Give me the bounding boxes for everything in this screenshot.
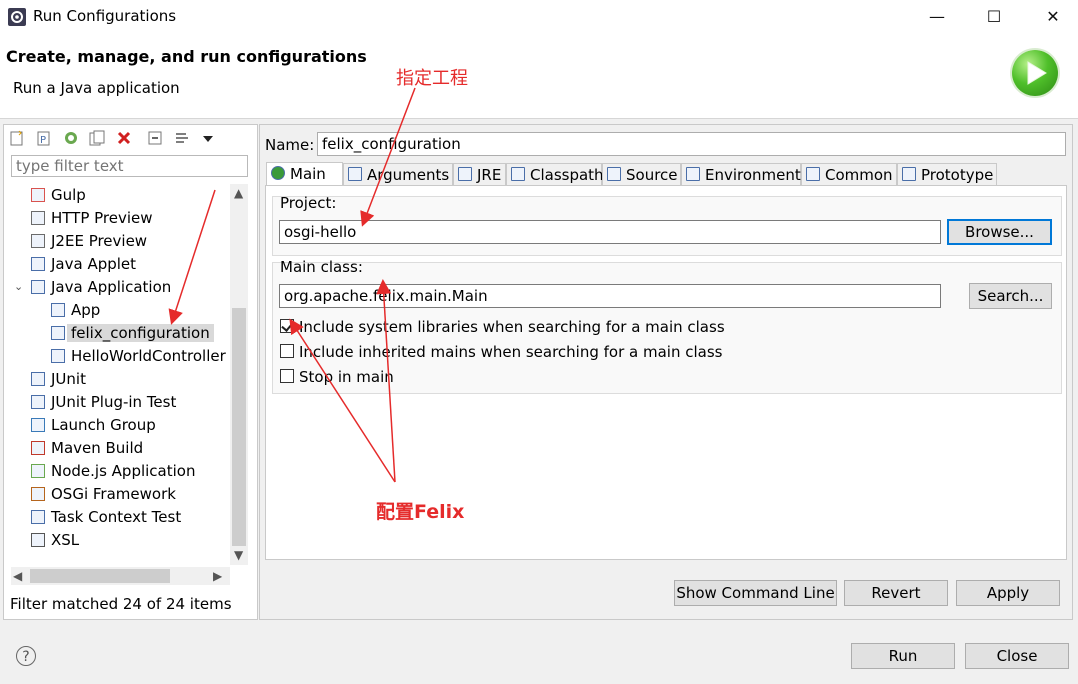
system-libraries-arrow xyxy=(289,318,396,483)
main-class-arrow xyxy=(376,279,396,483)
annotation-arrows xyxy=(168,87,416,483)
felix-config-arrow xyxy=(168,189,216,325)
project-arrow xyxy=(360,87,416,227)
